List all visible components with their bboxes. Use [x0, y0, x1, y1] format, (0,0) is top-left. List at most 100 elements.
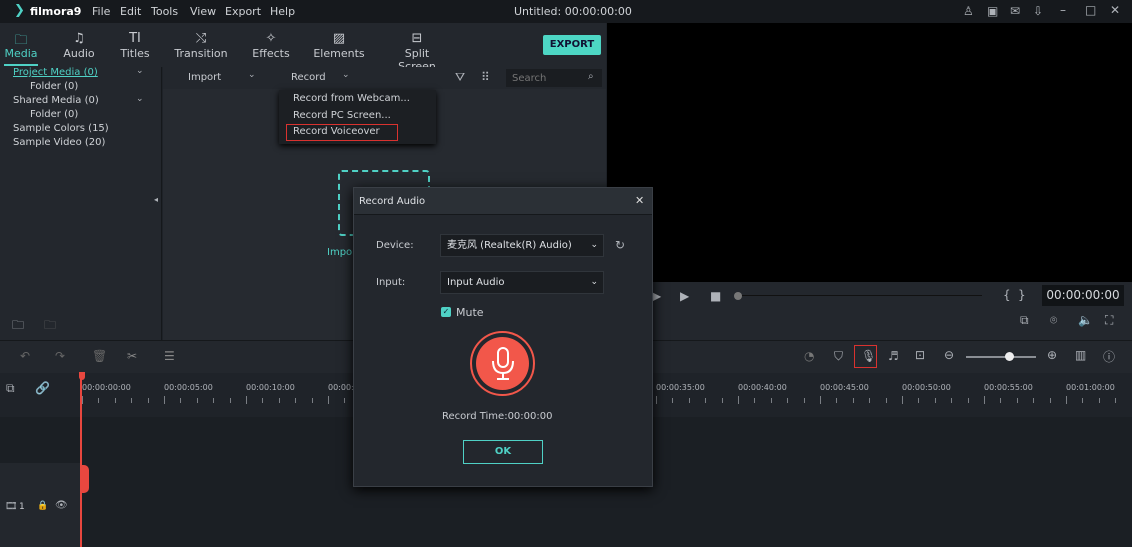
sidebar-item-project-media[interactable]: Project Media (0) [13, 67, 98, 78]
menu-item-record-screen[interactable]: Record PC Screen... [293, 110, 391, 121]
tab-audio[interactable]: ♫ Audio [60, 31, 98, 60]
ruler-tick [213, 398, 215, 403]
tab-label: Transition [174, 47, 228, 60]
volume-icon[interactable]: 🔈 [1078, 313, 1093, 327]
input-select[interactable]: Input Audio ⌄ [440, 271, 604, 294]
sidebar-item-sample-video[interactable]: Sample Video (20) [13, 137, 105, 148]
tab-label: Media [4, 47, 38, 60]
export-button[interactable]: EXPORT [543, 35, 601, 55]
menu-edit[interactable]: Edit [120, 5, 141, 18]
layout-icon[interactable]: ▥ [1075, 348, 1086, 362]
tab-titles[interactable]: TI Titles [118, 31, 152, 60]
import-dropdown[interactable]: Import [188, 72, 221, 83]
add-track-icon[interactable]: ⧉ [6, 381, 15, 396]
minimize-icon[interactable]: – [1060, 3, 1066, 17]
window-title: Untitled: 00:00:00:00 [514, 5, 632, 18]
playhead-handle[interactable] [734, 292, 742, 300]
menu-item-record-webcam[interactable]: Record from Webcam... [293, 93, 410, 104]
zoom-out-icon[interactable]: ⊖ [944, 348, 954, 362]
undo-icon[interactable]: ↶ [20, 349, 30, 363]
prev-frame-icon[interactable]: ▶ [652, 289, 661, 303]
grid-icon[interactable]: ⠿ [481, 70, 490, 84]
preview-screen [607, 23, 1132, 282]
mark-in-icon[interactable]: { [1003, 288, 1011, 302]
ruler-tick [1115, 398, 1117, 403]
snapshot-icon[interactable]: ⌾ [1050, 313, 1057, 328]
save-icon[interactable]: ▣ [987, 4, 998, 18]
chevron-down-icon[interactable]: ⌄ [342, 70, 350, 80]
maximize-icon[interactable]: □ [1085, 3, 1096, 17]
menu-tools[interactable]: Tools [151, 5, 178, 18]
delete-icon[interactable]: 🗑 [92, 349, 107, 363]
playhead-top-handle[interactable] [79, 372, 85, 380]
stop-icon[interactable]: ■ [710, 289, 721, 303]
render-preview-icon[interactable]: ⧉ [1020, 313, 1029, 328]
filter-icon[interactable]: ⛛ [455, 70, 465, 85]
adjust-icon[interactable]: ☰ [164, 349, 175, 363]
help-icon[interactable]: ⓘ [1103, 348, 1115, 365]
mail-icon[interactable]: ✉ [1010, 4, 1020, 18]
delete-folder-icon[interactable]: 🗀 [44, 316, 56, 337]
zoom-slider-handle[interactable] [1005, 352, 1014, 361]
chevron-down-icon[interactable]: ⌄ [136, 94, 144, 104]
download-icon[interactable]: ⇩ [1033, 4, 1043, 18]
new-folder-icon[interactable]: 🗀 [12, 316, 24, 337]
sidebar-item-sample-colors[interactable]: Sample Colors (15) [13, 123, 109, 134]
audio-mixer-icon[interactable]: ♬ [888, 349, 899, 363]
link-icon[interactable]: 🔗 [35, 381, 50, 395]
lock-icon[interactable]: 🔒 [37, 501, 48, 511]
app-logo: filmora9 [30, 5, 82, 18]
mute-checkbox[interactable]: ✓ [441, 307, 451, 317]
record-button[interactable] [470, 331, 535, 396]
ruler-tick [82, 396, 83, 404]
ruler-tick [1033, 398, 1035, 403]
sidebar-item-folder[interactable]: Folder (0) [30, 109, 78, 120]
playhead-track-handle[interactable] [80, 465, 89, 493]
input-value: Input Audio [447, 277, 505, 288]
ruler-tick-label: 00:00:55:00 [984, 383, 1033, 392]
filmora-logo-icon: ❯ [14, 3, 25, 18]
record-dropdown[interactable]: Record [291, 72, 326, 83]
ruler-tick [754, 398, 756, 403]
fullscreen-icon[interactable]: ⛶ [1105, 313, 1113, 328]
ruler-tick [967, 398, 969, 403]
close-icon[interactable]: ✕ [635, 194, 644, 207]
play-icon[interactable]: ▶ [680, 289, 689, 303]
menu-view[interactable]: View [190, 5, 216, 18]
sidebar-item-folder[interactable]: Folder (0) [30, 81, 78, 92]
account-icon[interactable]: ♙ [963, 4, 974, 18]
tab-transition[interactable]: ⤭ Transition [172, 31, 230, 60]
close-window-icon[interactable]: ✕ [1110, 3, 1120, 17]
preview-progress-bar[interactable] [742, 295, 982, 296]
chevron-down-icon: ⌄ [590, 240, 598, 250]
tab-effects[interactable]: ✧ Effects [250, 31, 292, 60]
menu-export[interactable]: Export [225, 5, 261, 18]
redo-icon[interactable]: ↷ [55, 349, 65, 363]
tab-media[interactable]: 🗀 Media [4, 31, 38, 60]
chevron-down-icon[interactable]: ⌄ [248, 70, 256, 80]
voiceover-button[interactable]: 🎙 [854, 345, 877, 368]
device-select[interactable]: 麦克风 (Realtek(R) Audio) ⌄ [440, 234, 604, 257]
ok-button[interactable]: OK [463, 440, 543, 464]
ruler-tick [344, 398, 346, 403]
fit-timeline-icon[interactable]: ⊡ [915, 348, 925, 362]
sidebar-item-shared-media[interactable]: Shared Media (0) [13, 95, 99, 106]
playhead[interactable] [80, 373, 82, 547]
search-icon[interactable]: ⌕ [588, 71, 594, 82]
zoom-slider[interactable] [966, 356, 1036, 358]
chevron-down-icon[interactable]: ⌄ [136, 66, 144, 76]
menu-help[interactable]: Help [270, 5, 295, 18]
tab-label: Audio [63, 47, 95, 60]
mark-out-icon[interactable]: } [1018, 288, 1026, 302]
microphone-icon: 🎙 [861, 349, 877, 363]
collapse-arrow-icon[interactable]: ◂ [154, 195, 158, 204]
tab-elements[interactable]: ▨ Elements [312, 31, 366, 60]
marker-icon[interactable]: ⛉ [834, 349, 843, 364]
refresh-icon[interactable]: ↻ [615, 238, 625, 252]
cut-icon[interactable]: ✂ [127, 349, 137, 363]
render-icon[interactable]: ◔ [804, 349, 814, 363]
menu-file[interactable]: File [92, 5, 110, 18]
zoom-in-icon[interactable]: ⊕ [1047, 348, 1057, 362]
effects-icon: ✧ [265, 31, 277, 46]
eye-icon[interactable]: 👁 [55, 500, 68, 511]
